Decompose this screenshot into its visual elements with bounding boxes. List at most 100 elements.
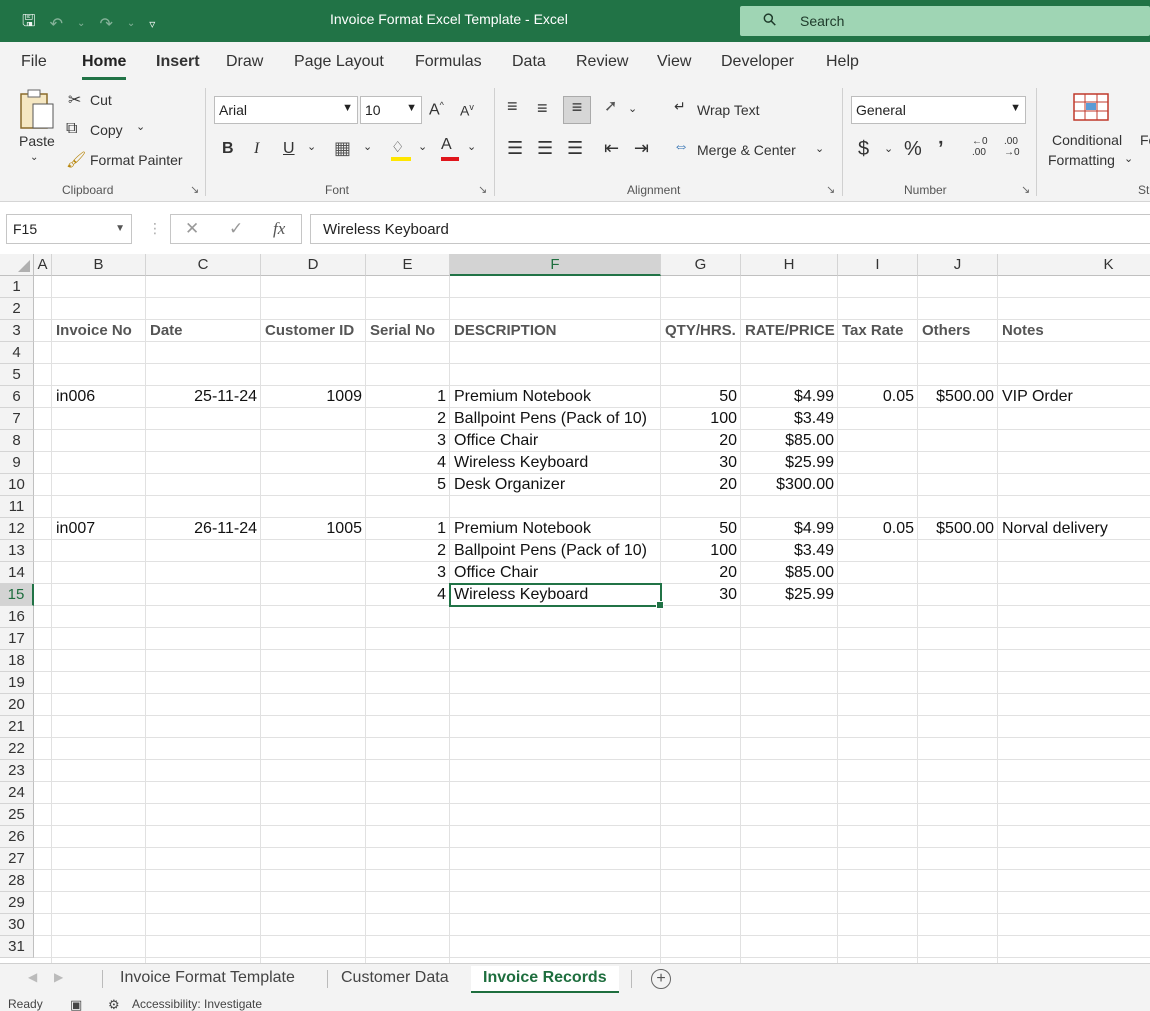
cell-serial-no[interactable]: 2 [366,408,450,430]
borders-dropdown-icon[interactable]: ⌄ [363,140,372,153]
italic-button[interactable]: I [254,140,259,158]
cell-serial-no[interactable]: 4 [366,584,450,606]
add-sheet-icon[interactable]: + [651,969,671,989]
tab-data[interactable]: Data [512,53,546,71]
fill-color-button[interactable]: ♢ [391,138,413,162]
cell-rate[interactable]: $25.99 [741,452,838,474]
align-top-icon[interactable]: ≡ [507,96,518,117]
wrap-text-button[interactable]: Wrap Text [697,102,760,118]
cell-notes[interactable]: VIP Order [998,386,1150,408]
cell-serial-no[interactable]: 3 [366,430,450,452]
column-header[interactable]: B [52,254,146,276]
cell-serial-no[interactable]: 5 [366,474,450,496]
cell-serial-no[interactable]: 1 [366,518,450,540]
column-header[interactable]: G [661,254,741,276]
cell-description[interactable]: Premium Notebook [450,386,661,408]
cell-rate[interactable]: $85.00 [741,430,838,452]
cell-notes[interactable]: Norval delivery [998,518,1150,540]
clipboard-launcher-icon[interactable]: ↘ [190,183,199,196]
formula-input[interactable]: Wireless Keyboard [310,214,1150,244]
header-cell-notes[interactable]: Notes [998,320,1150,342]
enter-icon[interactable]: ✓ [229,219,243,239]
row-header[interactable]: 3 [0,320,34,342]
cell-rate[interactable]: $300.00 [741,474,838,496]
header-cell-tax-rate[interactable]: Tax Rate [838,320,918,342]
header-cell-others[interactable]: Others [918,320,998,342]
customize-qat-icon[interactable]: ▿ [149,17,155,31]
redo-dropdown-icon[interactable]: ⌄ [127,18,135,29]
paste-button[interactable] [18,88,56,132]
row-header[interactable]: 2 [0,298,34,320]
cell-qty[interactable]: 100 [661,408,741,430]
row-header[interactable]: 24 [0,782,34,804]
row-header[interactable]: 8 [0,430,34,452]
font-color-button[interactable]: A [441,136,461,162]
row-header[interactable]: 1 [0,276,34,298]
font-size-select[interactable]: 10 ▼ [360,96,422,124]
accessibility-icon[interactable]: ⚙ [108,997,120,1011]
sheet-tab-invoice-records[interactable]: Invoice Records [471,966,619,993]
row-header[interactable]: 26 [0,826,34,848]
cell-invoice-no[interactable]: in006 [52,386,146,408]
column-header[interactable]: F [450,254,661,276]
format-painter-button[interactable]: Format Painter [90,152,183,168]
cell-date[interactable]: 26-11-24 [146,518,261,540]
cell-serial-no[interactable]: 1 [366,386,450,408]
row-header[interactable]: 29 [0,892,34,914]
orientation-icon[interactable]: ➚ [604,96,617,116]
header-cell-description[interactable]: DESCRIPTION [450,320,661,342]
bold-button[interactable]: B [222,140,234,158]
tab-developer[interactable]: Developer [721,53,794,71]
insert-function-icon[interactable]: fx [273,219,285,239]
cell-description[interactable]: Wireless Keyboard [450,452,661,474]
increase-indent-icon[interactable]: ⇥ [634,138,649,159]
tab-file[interactable]: File [21,53,47,71]
cell-invoice-no[interactable]: in007 [52,518,146,540]
column-header[interactable]: C [146,254,261,276]
column-header[interactable]: J [918,254,998,276]
increase-decimal-button[interactable]: ←0.00 [972,136,988,158]
row-header[interactable]: 16 [0,606,34,628]
decrease-decimal-button[interactable]: .00 →0 [1004,136,1020,158]
macro-record-icon[interactable]: ▣ [70,997,82,1011]
row-header[interactable]: 6 [0,386,34,408]
tab-insert[interactable]: Insert [156,53,200,71]
tab-draw[interactable]: Draw [226,53,263,71]
cell-qty[interactable]: 20 [661,474,741,496]
decrease-indent-icon[interactable]: ⇤ [604,138,619,159]
merge-center-button[interactable]: Merge & Center [697,142,796,158]
undo-dropdown-icon[interactable]: ⌄ [77,18,85,29]
cell-rate[interactable]: $4.99 [741,518,838,540]
increase-font-icon[interactable]: A^ [429,100,444,119]
currency-dropdown-icon[interactable]: ⌄ [884,142,893,155]
borders-icon[interactable]: ▦ [334,138,351,159]
search-box[interactable]: ⚲ Search [740,6,1150,36]
cell-customer-id[interactable]: 1009 [261,386,366,408]
align-right-icon[interactable]: ☰ [567,138,583,159]
sheet-tab-invoice-format-template[interactable]: Invoice Format Template [108,966,307,993]
cell-description[interactable]: Office Chair [450,430,661,452]
cell-serial-no[interactable]: 3 [366,562,450,584]
cell-others[interactable]: $500.00 [918,518,998,540]
column-header[interactable]: A [34,254,52,276]
row-header[interactable]: 14 [0,562,34,584]
copy-dropdown-icon[interactable]: ⌄ [136,120,145,133]
number-launcher-icon[interactable]: ↘ [1021,183,1030,196]
cell-rate[interactable]: $85.00 [741,562,838,584]
currency-button[interactable]: $ [858,138,869,161]
header-cell-serial-no[interactable]: Serial No [366,320,450,342]
save-icon[interactable]: 🖫 [22,10,36,37]
align-bottom-icon[interactable]: ≡ [563,96,591,124]
row-header[interactable]: 17 [0,628,34,650]
header-cell-invoice-no[interactable]: Invoice No [52,320,146,342]
font-color-dropdown-icon[interactable]: ⌄ [467,140,476,153]
paste-label[interactable]: Paste [19,133,55,149]
row-header[interactable]: 19 [0,672,34,694]
tab-view[interactable]: View [657,53,691,71]
cell-qty[interactable]: 100 [661,540,741,562]
row-header[interactable]: 18 [0,650,34,672]
row-header[interactable]: 5 [0,364,34,386]
cell-customer-id[interactable]: 1005 [261,518,366,540]
sheet-prev-icon[interactable]: ◀ [28,970,37,984]
column-header[interactable]: D [261,254,366,276]
